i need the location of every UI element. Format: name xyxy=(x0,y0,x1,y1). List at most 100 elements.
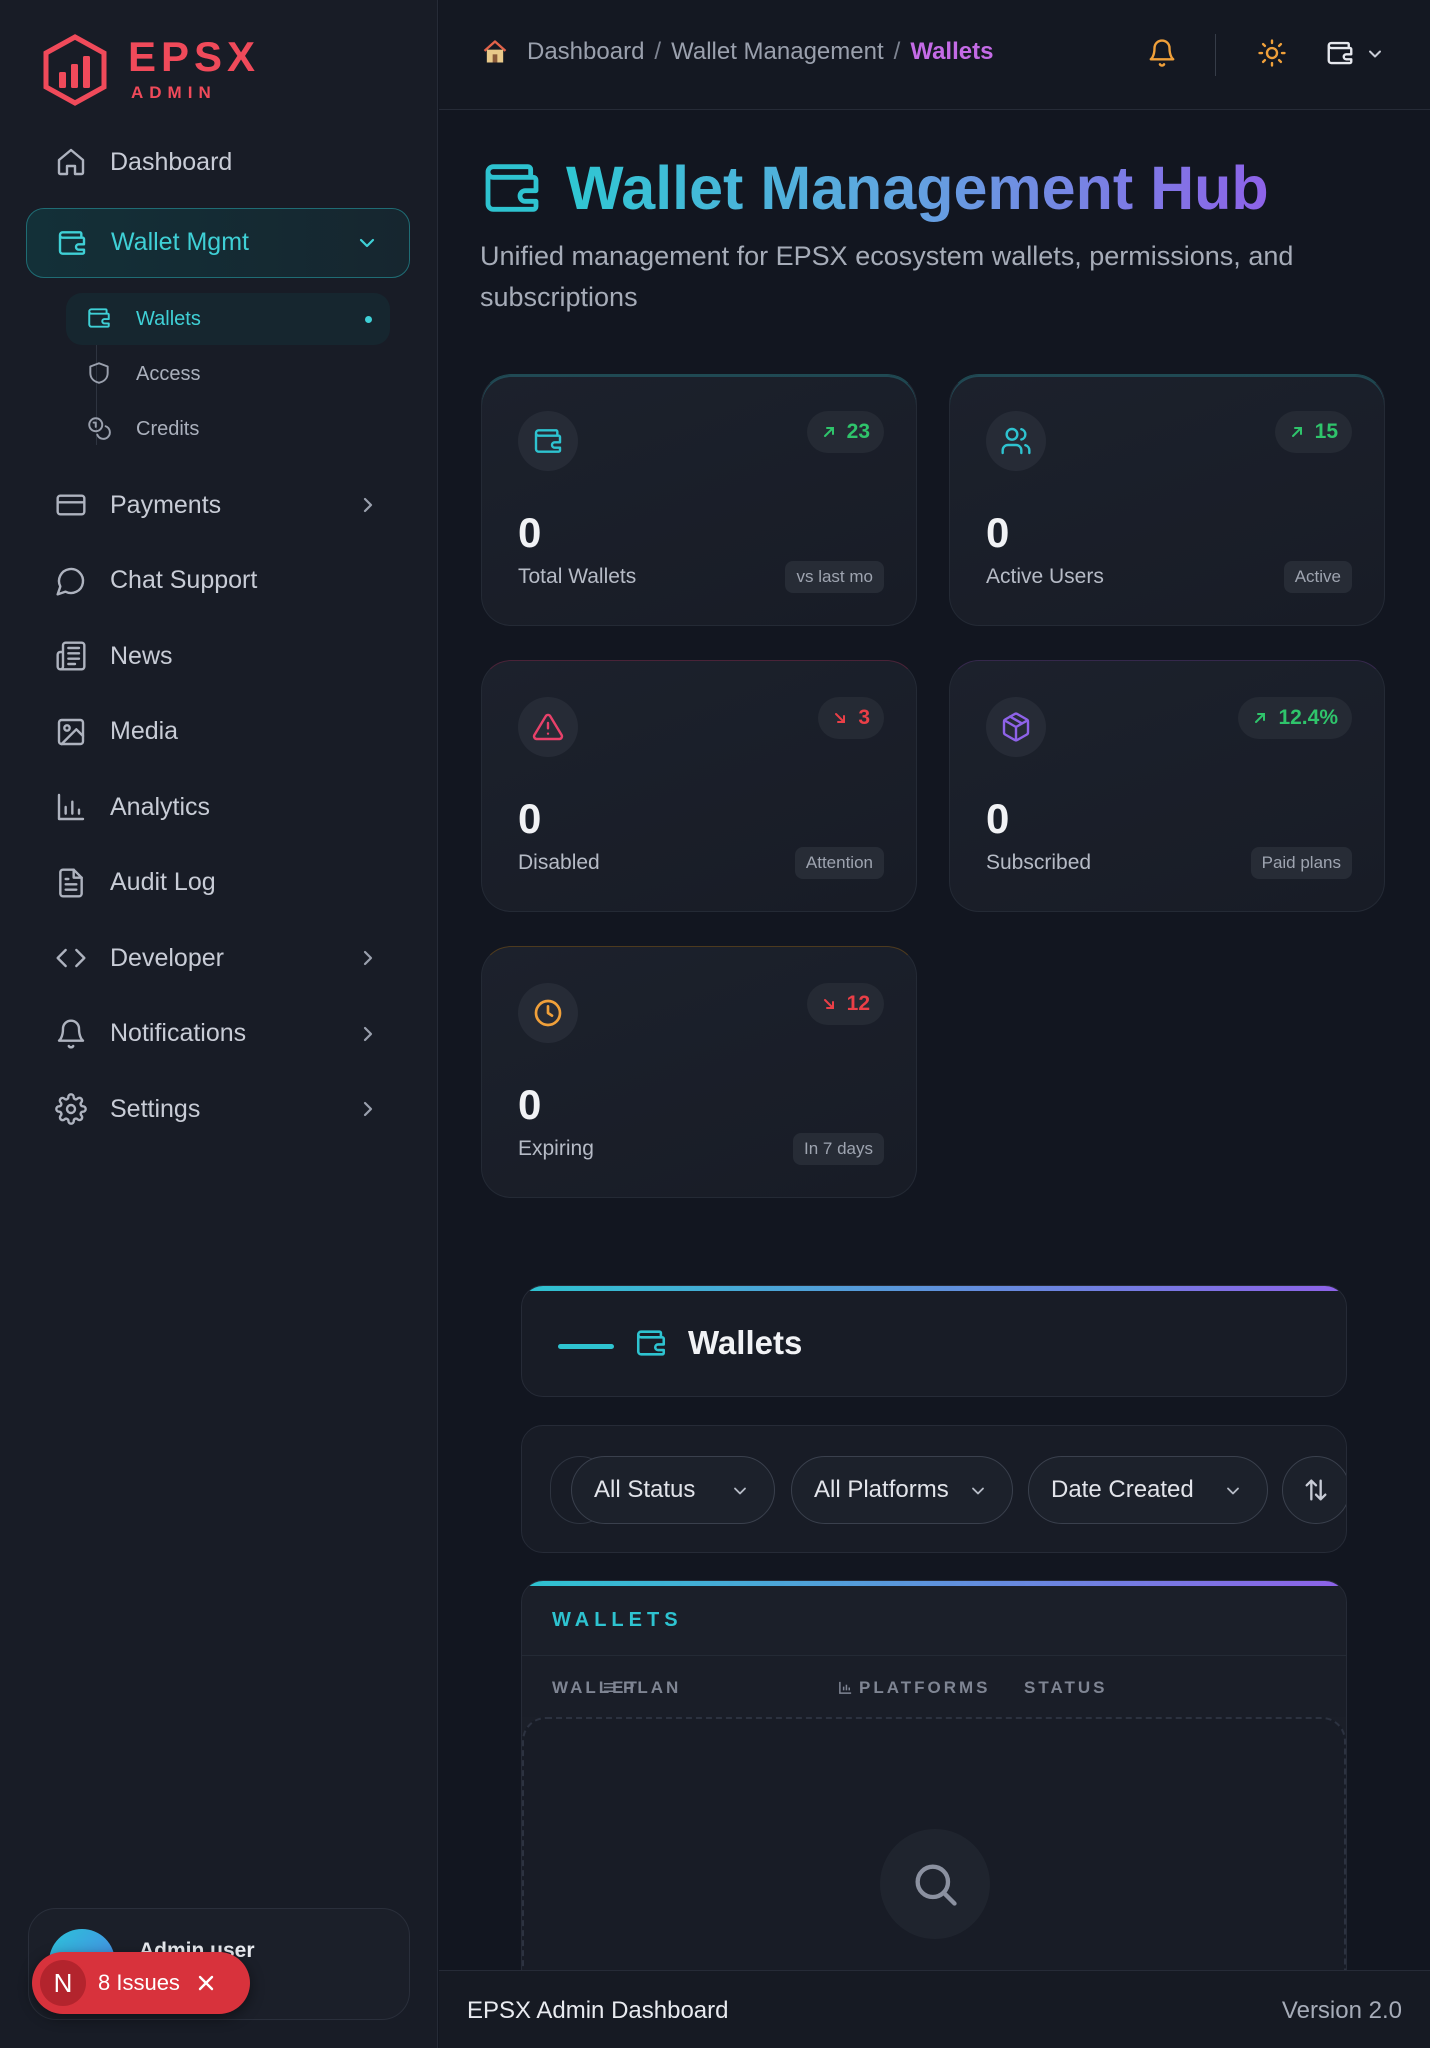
newspaper-icon xyxy=(54,639,88,673)
sidebar-item-label: News xyxy=(110,641,173,670)
bar-chart-icon xyxy=(54,790,88,824)
stat-label: Total Wallets xyxy=(518,565,637,588)
wallets-table: WALLETS WALLET PLAN PLATFORMS STATUS xyxy=(521,1580,1347,1980)
sidebar-item-payments[interactable]: Payments xyxy=(26,475,410,535)
stat-label: Expiring xyxy=(518,1137,594,1160)
home-icon[interactable] xyxy=(481,38,509,66)
trend-badge: 12.4% xyxy=(1238,697,1352,739)
brand-name: EPSX xyxy=(128,33,261,80)
filter-bar: All Status All Platforms Date Created xyxy=(521,1425,1347,1553)
trend-badge: 12 xyxy=(806,983,884,1025)
issues-toast[interactable]: N 8 Issues xyxy=(32,1952,250,2014)
wallet-icon xyxy=(518,411,578,471)
chevron-down-icon xyxy=(1227,1487,1239,1495)
stat-label: Disabled xyxy=(518,851,600,874)
sidebar: EPSX ADMIN Dashboard Wallet Mgmt Wallets xyxy=(0,0,438,2048)
chat-bubble-icon xyxy=(54,564,88,598)
stat-card-active-users[interactable]: 15 0 Active Users Active xyxy=(949,374,1385,626)
trend-badge: 15 xyxy=(1274,411,1352,453)
breadcrumb-separator: / xyxy=(654,38,662,65)
sidebar-item-media[interactable]: Media xyxy=(26,702,410,762)
epsx-logo-icon xyxy=(43,34,107,106)
column-header-platforms-label: PLATFORMS xyxy=(859,1678,991,1697)
shield-icon xyxy=(86,360,114,388)
sidebar-item-label: Wallet Mgmt xyxy=(111,228,249,256)
sort-direction-button[interactable] xyxy=(1282,1456,1346,1524)
breadcrumb-item-wallet-management[interactable]: Wallet Management xyxy=(671,38,884,66)
stat-card-expiring[interactable]: 12 0 Expiring In 7 days xyxy=(481,946,917,1198)
brand-subtitle: ADMIN xyxy=(131,83,217,102)
file-text-icon xyxy=(54,866,88,900)
close-icon[interactable] xyxy=(194,1971,218,1995)
sidebar-item-chat-support[interactable]: Chat Support xyxy=(26,551,410,611)
sidebar-item-settings[interactable]: Settings xyxy=(26,1079,410,1139)
table-header: WALLET PLAN PLATFORMS STATUS xyxy=(522,1655,1346,1717)
footer: EPSX Admin Dashboard Version 2.0 xyxy=(439,1970,1430,2048)
column-header-platforms[interactable]: PLATFORMS xyxy=(838,1678,991,1698)
bell-icon[interactable] xyxy=(1147,38,1177,68)
wallet-icon[interactable] xyxy=(1325,38,1355,68)
stat-card-subscribed[interactable]: 12.4% 0 Subscribed Paid plans xyxy=(949,660,1385,912)
stat-tag: Active xyxy=(1283,561,1352,593)
column-header-plan[interactable]: PLAN xyxy=(602,1678,681,1698)
stat-label: Active Users xyxy=(986,565,1104,588)
arrow-up-right-icon xyxy=(823,427,834,437)
accent-bar xyxy=(558,1344,614,1349)
active-indicator-dot xyxy=(365,316,372,323)
stat-label: Subscribed xyxy=(986,851,1092,874)
filter-value: All Status xyxy=(594,1476,696,1503)
sidebar-item-dashboard[interactable]: Dashboard xyxy=(26,132,410,192)
column-header-plan-label: PLAN xyxy=(623,1678,682,1697)
trend-value: 12.4% xyxy=(1278,706,1338,729)
image-icon xyxy=(54,715,88,749)
sidebar-subitem-wallets[interactable]: Wallets xyxy=(66,293,390,345)
arrow-up-right-icon xyxy=(1255,713,1266,723)
sidebar-item-label: Payments xyxy=(110,490,222,519)
list-icon xyxy=(603,1683,616,1692)
arrow-down-right-icon xyxy=(823,999,834,1009)
sidebar-subitem-access[interactable]: Access xyxy=(66,348,390,400)
alert-triangle-icon xyxy=(518,697,578,757)
wallets-section-header: Wallets xyxy=(521,1285,1347,1397)
issues-badge: N xyxy=(40,1960,86,2006)
chevron-right-icon xyxy=(363,1101,373,1117)
page-title: Wallet Management Hub xyxy=(480,150,1269,226)
chevron-down-icon[interactable] xyxy=(1365,44,1385,64)
stat-card-total-wallets[interactable]: 23 0 Total Wallets vs last mo xyxy=(481,374,917,626)
sidebar-item-label: Notifications xyxy=(110,1019,247,1047)
sidebar-item-label: Developer xyxy=(110,943,224,972)
stat-tag: Attention xyxy=(794,847,884,879)
stat-tag: In 7 days xyxy=(793,1133,884,1165)
sidebar-item-label: Media xyxy=(110,717,179,745)
toolbar-divider xyxy=(1215,34,1216,76)
sidebar-nav: Dashboard Wallet Mgmt Wallets Access Cre… xyxy=(26,132,410,1155)
sidebar-item-audit-log[interactable]: Audit Log xyxy=(26,853,410,913)
sort-by-select[interactable]: Date Created xyxy=(1028,1456,1268,1524)
chevron-down-icon xyxy=(734,1487,746,1495)
status-filter-select[interactable]: All Status xyxy=(571,1456,775,1524)
stat-value: 0 xyxy=(518,1081,542,1128)
breadcrumb-item-dashboard[interactable]: Dashboard xyxy=(527,38,644,66)
topbar: Dashboard / Wallet Management / Wallets xyxy=(439,0,1430,110)
sidebar-item-label: Analytics xyxy=(110,792,211,821)
brand-logo[interactable]: EPSX ADMIN xyxy=(42,34,260,106)
sidebar-item-analytics[interactable]: Analytics xyxy=(26,777,410,837)
sidebar-item-label: Settings xyxy=(110,1094,201,1123)
wallet-icon xyxy=(636,1330,666,1356)
chevron-right-icon xyxy=(363,950,373,966)
stat-tag: vs last mo xyxy=(785,561,884,593)
stat-card-disabled[interactable]: 3 0 Disabled Attention xyxy=(481,660,917,912)
column-header-status[interactable]: STATUS xyxy=(1024,1678,1107,1698)
breadcrumb-current: Wallets xyxy=(910,38,994,65)
platform-filter-select[interactable]: All Platforms xyxy=(791,1456,1013,1524)
sidebar-item-notifications[interactable]: Notifications xyxy=(26,1004,410,1064)
sidebar-subitem-credits[interactable]: Credits xyxy=(66,403,390,455)
sidebar-item-wallet-mgmt[interactable]: Wallet Mgmt xyxy=(26,207,410,278)
issues-label: 8 Issues xyxy=(98,1970,180,1995)
sun-icon[interactable] xyxy=(1257,38,1287,68)
page-title-text: Wallet Management Hub xyxy=(566,150,1269,226)
sidebar-item-developer[interactable]: Developer xyxy=(26,928,410,988)
credit-card-icon xyxy=(54,488,88,522)
trend-value: 23 xyxy=(846,420,870,443)
sidebar-item-news[interactable]: News xyxy=(26,626,410,686)
